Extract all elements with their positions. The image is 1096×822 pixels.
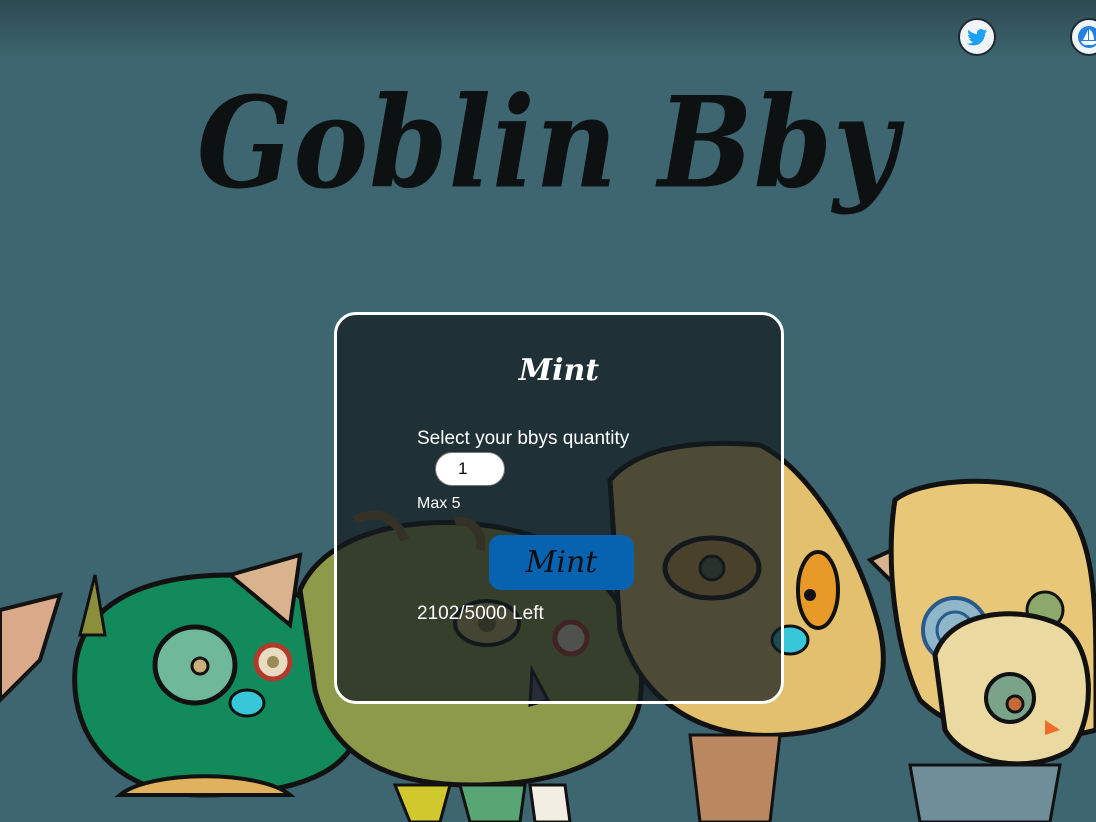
opensea-boat-icon [1078,26,1096,48]
quantity-input[interactable] [435,452,505,486]
remaining-supply-label: 2102/5000 Left [417,603,544,624]
quantity-label: Select your bbys quantity [417,428,630,449]
mint-panel: Mint Select your bbys quantity Max 5 Min… [334,312,784,704]
max-quantity-label: Max 5 [417,495,461,512]
twitter-bird-icon [967,29,987,46]
page-title: Goblin Bby [196,70,900,217]
opensea-link[interactable] [1070,18,1096,56]
mint-panel-title: Mint [518,353,600,388]
twitter-link[interactable] [958,18,996,56]
mint-button[interactable]: Mint [489,535,634,590]
